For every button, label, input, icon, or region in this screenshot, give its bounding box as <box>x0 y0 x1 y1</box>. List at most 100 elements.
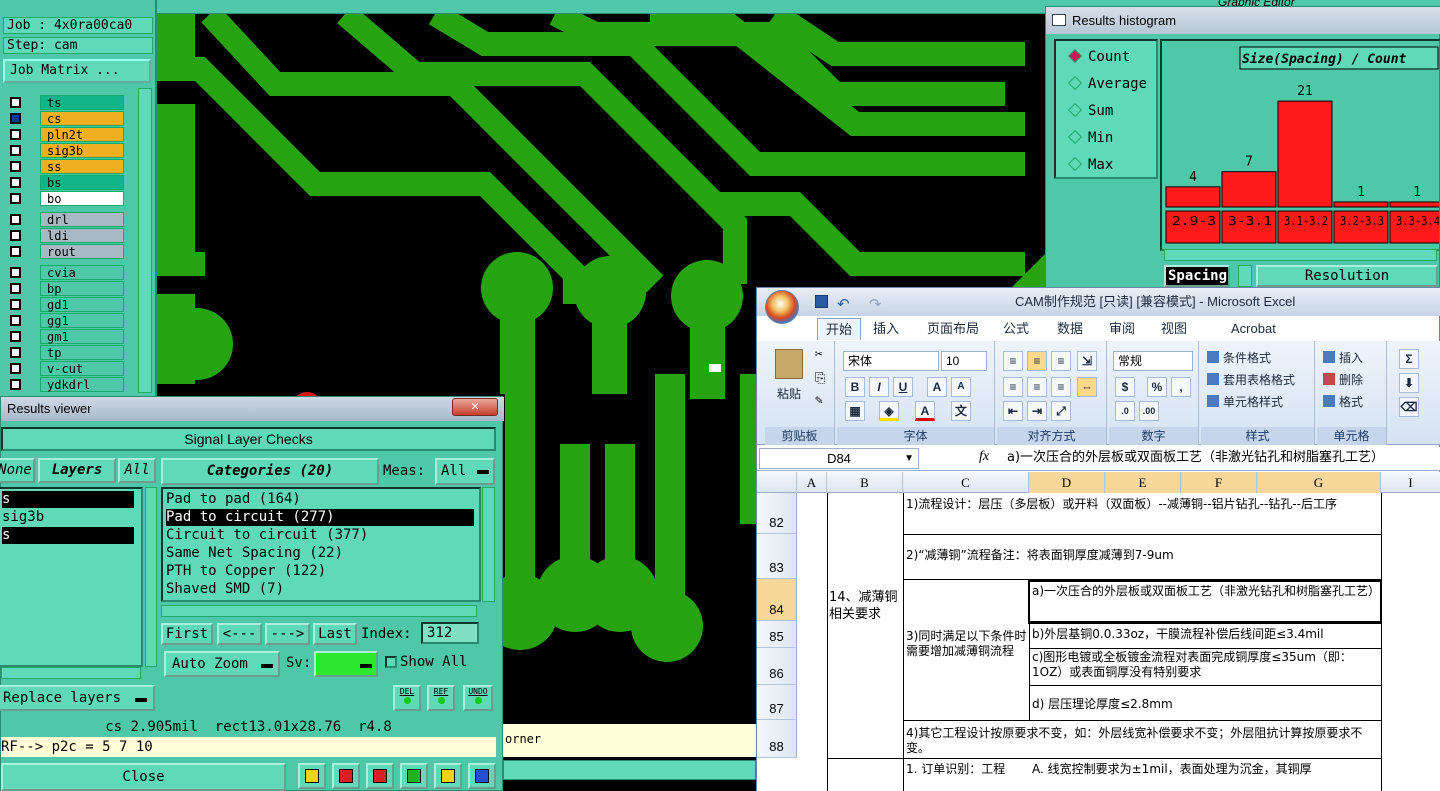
show-all-checkbox[interactable] <box>385 656 397 668</box>
window-close-button[interactable]: ✕ <box>452 398 498 416</box>
paste-button[interactable]: 粘贴 <box>777 385 801 403</box>
layer-row-rout[interactable]: rout <box>6 244 124 259</box>
excel-titlebar[interactable]: ↶ ↷ CAM制作规范 [只读] [兼容模式] - Microsoft Exce… <box>757 288 1440 324</box>
histogram-hscrollbar[interactable] <box>1164 249 1437 261</box>
bold-icon[interactable]: B <box>845 377 865 397</box>
wrap-text-icon[interactable]: ⇲ <box>1077 351 1097 371</box>
select-all-corner[interactable] <box>757 472 797 493</box>
copy-icon[interactable]: ⎘ <box>815 371 825 386</box>
exit-icon[interactable] <box>332 763 360 789</box>
column-header-C[interactable]: C <box>903 472 1029 493</box>
auto-zoom-select[interactable]: Auto Zoom <box>164 651 280 677</box>
borders-icon[interactable]: ▦ <box>845 401 865 421</box>
layer-row-bo[interactable]: bo <box>6 191 124 206</box>
layer-checkbox[interactable] <box>10 177 21 188</box>
delete-cells-button[interactable]: 删除 <box>1339 371 1363 389</box>
layer-checkbox[interactable] <box>10 129 21 140</box>
nav-next-button[interactable]: ---> <box>265 623 310 645</box>
layer-checkbox[interactable] <box>10 214 21 225</box>
layer-row-ts[interactable]: ts <box>6 95 124 110</box>
fx-button[interactable]: fx <box>979 449 989 465</box>
stat-radio-min[interactable]: Min <box>1067 129 1113 147</box>
row-header-82[interactable]: 82 <box>757 493 797 534</box>
format-cells-button[interactable]: 格式 <box>1339 393 1363 411</box>
category-list-scrollbar[interactable] <box>482 487 495 602</box>
layer-checkbox[interactable] <box>10 230 21 241</box>
row-header-86[interactable]: 86 <box>757 648 797 685</box>
shrink-font-icon[interactable]: A <box>951 377 971 397</box>
column-header-A[interactable]: A <box>797 472 827 493</box>
layer-checkbox[interactable] <box>10 283 21 294</box>
ribbon-tab-4[interactable]: 数据 <box>1057 318 1083 340</box>
replace-layers-select[interactable]: Replace layers <box>0 685 155 711</box>
italic-icon[interactable]: I <box>869 377 889 397</box>
cell-c83[interactable]: 2)“减薄铜”流程备注：将表面铜厚度减薄到7-9um <box>906 548 1378 568</box>
delete-tool-button[interactable]: DEL <box>393 685 421 711</box>
layer-checkbox[interactable] <box>10 246 21 257</box>
nav-prev-button[interactable]: <--- <box>217 623 262 645</box>
number-format-select[interactable]: 常规 <box>1113 351 1193 371</box>
align-middle-icon[interactable]: ≡ <box>1027 351 1047 371</box>
decrease-decimal-icon[interactable]: .00 <box>1139 401 1159 421</box>
font-size-select[interactable]: 10 <box>941 351 987 371</box>
cell-c89[interactable]: 1. 订单识别：工程 <box>906 762 1028 778</box>
ribbon-tab-0[interactable]: 开始 <box>817 318 862 340</box>
cell-c84[interactable]: 3)同时满足以下条件时需要增加减薄铜流程 <box>906 629 1028 689</box>
font-name-select[interactable]: 宋体 <box>843 351 939 371</box>
histogram-bar[interactable] <box>1389 201 1439 208</box>
pcb-selection-marker[interactable] <box>709 364 721 372</box>
cell-c82[interactable]: 1)流程设计：层压（多层板）或开料（双面板）--减薄铜--铝片钻孔--钻孔--后… <box>906 497 1378 533</box>
ribbon-tab-6[interactable]: 视图 <box>1161 318 1187 340</box>
office-button[interactable] <box>765 290 799 324</box>
layer-row-bp[interactable]: bp <box>6 281 124 296</box>
flag-icon[interactable] <box>298 763 326 789</box>
row-header-85[interactable]: 85 <box>757 621 797 648</box>
orientation-icon[interactable]: ⤢ <box>1051 401 1071 421</box>
chart-icon[interactable] <box>468 763 496 789</box>
decrease-indent-icon[interactable]: ⇤ <box>1003 401 1023 421</box>
notes-icon[interactable] <box>434 763 462 789</box>
cut-icon[interactable]: ✂ <box>815 347 823 362</box>
layer-checkbox[interactable] <box>10 267 21 278</box>
category-item[interactable]: Pad to pad (164) <box>166 491 474 508</box>
undo-icon[interactable]: ↶ <box>837 291 850 319</box>
layer-checkbox[interactable] <box>10 193 21 204</box>
row-header-88[interactable]: 88 <box>757 720 797 758</box>
layer-row-v-cut[interactable]: v-cut <box>6 361 124 376</box>
layer-row-gm1[interactable]: gm1 <box>6 329 124 344</box>
histogram-bar[interactable] <box>1277 100 1333 208</box>
insert-cells-button[interactable]: 插入 <box>1339 349 1363 367</box>
category-item[interactable]: Circuit to circuit (377) <box>166 527 474 544</box>
column-header-E[interactable]: E <box>1105 472 1181 493</box>
currency-icon[interactable]: $ <box>1115 377 1135 397</box>
cell-d86[interactable]: c)图形电镀或全板镀金流程对表面完成铜厚度≤35um（即：1OZ）或表面铜厚没有… <box>1032 650 1378 684</box>
row-header-87[interactable]: 87 <box>757 685 797 720</box>
layer-row-ss[interactable]: ss <box>6 159 124 174</box>
tab-layers[interactable]: Layers <box>38 458 116 483</box>
spacing-spinner[interactable] <box>1238 265 1252 287</box>
font-color-icon[interactable]: A <box>915 401 935 421</box>
category-item[interactable]: Same Net Spacing (22) <box>166 545 474 562</box>
layer-row-ldi[interactable]: ldi <box>6 228 124 243</box>
fill-icon[interactable]: ⬇ <box>1399 373 1419 393</box>
cell-d84[interactable]: a)一次压合的外层板或双面板工艺（非激光钻孔和树脂塞孔工艺） <box>1028 580 1382 624</box>
grow-font-icon[interactable]: A <box>927 377 947 397</box>
column-header-B[interactable]: B <box>827 472 903 493</box>
row-header-83[interactable]: 83 <box>757 534 797 579</box>
stat-radio-count[interactable]: Count <box>1067 48 1130 66</box>
cell-c88[interactable]: 4)其它工程设计按原要求不变，如：外层线宽补偿要求不变；外层阻抗计算按原要求不变… <box>906 726 1378 760</box>
layer-list-item[interactable]: s <box>2 491 134 508</box>
meas-select[interactable]: All <box>435 458 495 485</box>
ribbon-tab-5[interactable]: 审阅 <box>1109 318 1135 340</box>
layer-row-ydkdrl[interactable]: ydkdrl <box>6 377 124 392</box>
close-button[interactable]: Close <box>1 763 286 791</box>
stat-radio-average[interactable]: Average <box>1067 75 1147 93</box>
increase-decimal-icon[interactable]: .0 <box>1115 401 1135 421</box>
resolution-button[interactable]: Resolution <box>1256 265 1438 287</box>
index-input[interactable]: 312 <box>421 622 479 644</box>
layer-checkbox[interactable] <box>10 379 21 390</box>
layer-list-item[interactable]: s <box>2 527 134 544</box>
layer-checkbox[interactable] <box>10 363 21 374</box>
comma-icon[interactable]: , <box>1171 377 1191 397</box>
ribbon-tab-1[interactable]: 插入 <box>873 318 899 340</box>
